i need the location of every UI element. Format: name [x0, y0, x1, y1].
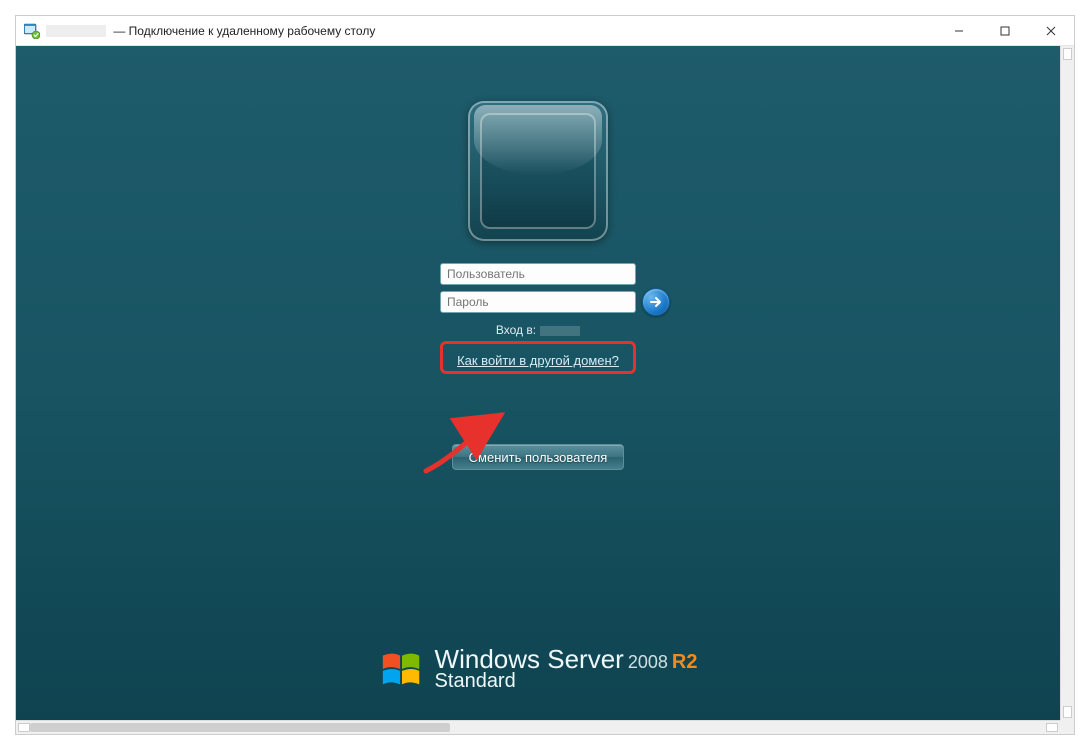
branding-line1: Windows Server2008R2 — [435, 646, 698, 673]
vertical-scrollbar[interactable] — [1060, 46, 1074, 720]
rdp-window: — Подключение к удаленному рабочему стол… — [15, 15, 1075, 735]
horizontal-scrollbar[interactable] — [16, 720, 1060, 734]
content-area: Вход в: Как войти в другой домен? Сменит… — [16, 46, 1074, 734]
maximize-button[interactable] — [982, 16, 1028, 45]
scroll-corner — [1060, 720, 1074, 734]
arrow-right-icon — [648, 294, 664, 310]
horizontal-scroll-thumb[interactable] — [30, 723, 450, 732]
hostname-redacted — [46, 25, 106, 37]
window-title-suffix: — Подключение к удаленному рабочему стол… — [110, 24, 375, 38]
user-avatar-frame — [468, 101, 608, 241]
rdp-app-icon — [24, 23, 40, 39]
credentials-panel: Вход в: Как войти в другой домен? — [440, 263, 636, 374]
switch-user-button[interactable]: Сменить пользователя — [452, 444, 624, 470]
domain-value-redacted — [540, 326, 580, 336]
annotation-highlight: Как войти в другой домен? — [440, 341, 636, 374]
close-button[interactable] — [1028, 16, 1074, 45]
minimize-button[interactable] — [936, 16, 982, 45]
username-field[interactable] — [440, 263, 636, 285]
domain-label: Вход в: — [496, 323, 536, 337]
windows-flag-icon — [379, 649, 425, 689]
window-title: — Подключение к удаленному рабочему стол… — [46, 24, 936, 38]
other-domain-link[interactable]: Как войти в другой домен? — [449, 351, 627, 370]
domain-label-row: Вход в: — [496, 323, 580, 337]
password-field[interactable] — [440, 291, 636, 313]
branding-line2: Standard — [435, 671, 698, 692]
titlebar[interactable]: — Подключение к удаленному рабочему стол… — [16, 16, 1074, 46]
remote-logon-screen: Вход в: Как войти в другой домен? Сменит… — [16, 46, 1060, 720]
os-branding: Windows Server2008R2 Standard — [16, 646, 1060, 692]
submit-login-button[interactable] — [642, 288, 670, 316]
